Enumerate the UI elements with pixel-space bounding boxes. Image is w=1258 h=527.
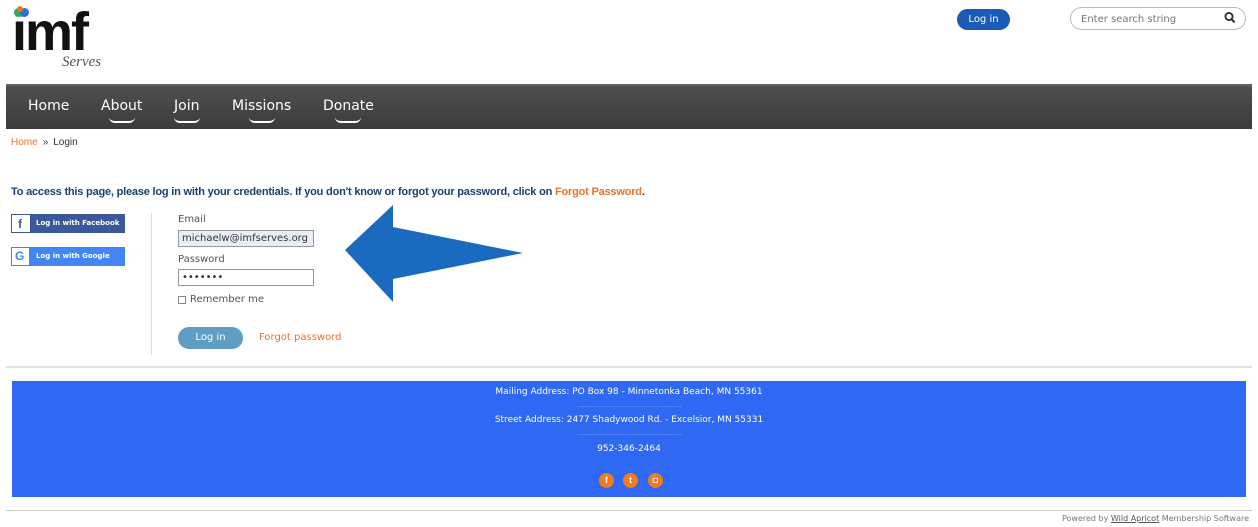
dropdown-indicator-icon <box>248 117 275 123</box>
password-label: Password <box>178 254 225 265</box>
content-divider <box>6 366 1252 368</box>
mailing-address: Mailing Address: PO Box 98 - Minnetonka … <box>495 387 763 397</box>
breadcrumb-separator: » <box>42 137 49 148</box>
phone-number: 952-346-2464 <box>597 444 661 454</box>
nav-item-donate[interactable]: Donate <box>323 98 374 123</box>
bottom-divider <box>6 510 1252 511</box>
facebook-login-label: Log in with Facebook <box>36 219 120 227</box>
logo-dot-orange <box>17 6 23 12</box>
facebook-icon[interactable]: f <box>599 473 614 488</box>
instagram-icon[interactable]: ◘ <box>648 473 663 488</box>
nav-item-missions[interactable]: Missions <box>232 98 292 123</box>
nav-item-label: About <box>101 98 143 114</box>
main-nav: Home About Join Missions Donate <box>6 84 1252 129</box>
google-icon: G <box>12 248 29 265</box>
site-footer: Mailing Address: PO Box 98 - Minnetonka … <box>12 381 1246 497</box>
facebook-login-button[interactable]: f Log in with Facebook <box>11 214 125 233</box>
dropdown-indicator-icon <box>173 117 200 123</box>
search-input[interactable] <box>1081 11 1221 27</box>
remember-me-checkbox[interactable] <box>178 296 186 304</box>
breadcrumb: Home » Login <box>11 137 78 148</box>
breadcrumb-current: Login <box>53 137 78 148</box>
powered-suffix: Membership Software <box>1159 514 1249 523</box>
email-field[interactable] <box>178 230 314 247</box>
login-button[interactable]: Log in <box>178 327 243 349</box>
site-logo[interactable]: imf Serves <box>12 2 132 76</box>
breadcrumb-home-link[interactable]: Home <box>11 137 38 148</box>
logo-tagline: Serves <box>62 54 102 70</box>
login-instruction: To access this page, please log in with … <box>11 186 645 198</box>
nav-item-label: Home <box>28 98 70 114</box>
google-login-label: Log in with Google <box>36 252 110 260</box>
google-login-button[interactable]: G Log in with Google <box>11 247 125 266</box>
nav-item-join[interactable]: Join <box>173 98 200 123</box>
street-address: Street Address: 2477 Shadywood Rd. - Exc… <box>494 415 764 425</box>
forgot-password-link[interactable]: Forgot Password <box>555 186 642 198</box>
nav-item-label: Donate <box>323 98 374 114</box>
footer-divider: ---------------------------------------- <box>576 431 683 438</box>
forgot-password-link[interactable]: Forgot password <box>259 332 342 343</box>
footer-divider: ---------------------------------------- <box>576 403 683 410</box>
powered-by: Powered by Wild Apricot Membership Softw… <box>1062 514 1249 523</box>
nav-item-label: Join <box>174 98 200 114</box>
dropdown-indicator-icon <box>108 117 135 123</box>
twitter-icon[interactable]: t <box>623 473 638 488</box>
password-field[interactable] <box>178 269 314 286</box>
email-label: Email <box>178 214 206 225</box>
remember-me-label: Remember me <box>190 294 264 305</box>
instruction-text: To access this page, please log in with … <box>11 186 555 198</box>
wild-apricot-link[interactable]: Wild Apricot <box>1111 514 1159 523</box>
nav-item-label: Missions <box>232 98 292 114</box>
powered-prefix: Powered by <box>1061 514 1111 523</box>
nav-item-about[interactable]: About <box>101 98 143 123</box>
vertical-divider <box>151 213 152 355</box>
facebook-icon: f <box>11 214 31 233</box>
search-box <box>1070 7 1246 30</box>
nav-item-home[interactable]: Home <box>28 98 69 114</box>
pointer-arrow-icon <box>345 205 523 302</box>
header-login-button[interactable]: Log in <box>957 9 1010 30</box>
search-icon[interactable] <box>1224 11 1236 25</box>
site-header: imf Serves Log in <box>0 0 1258 84</box>
instruction-end: . <box>641 186 645 198</box>
dropdown-indicator-icon <box>335 117 362 123</box>
